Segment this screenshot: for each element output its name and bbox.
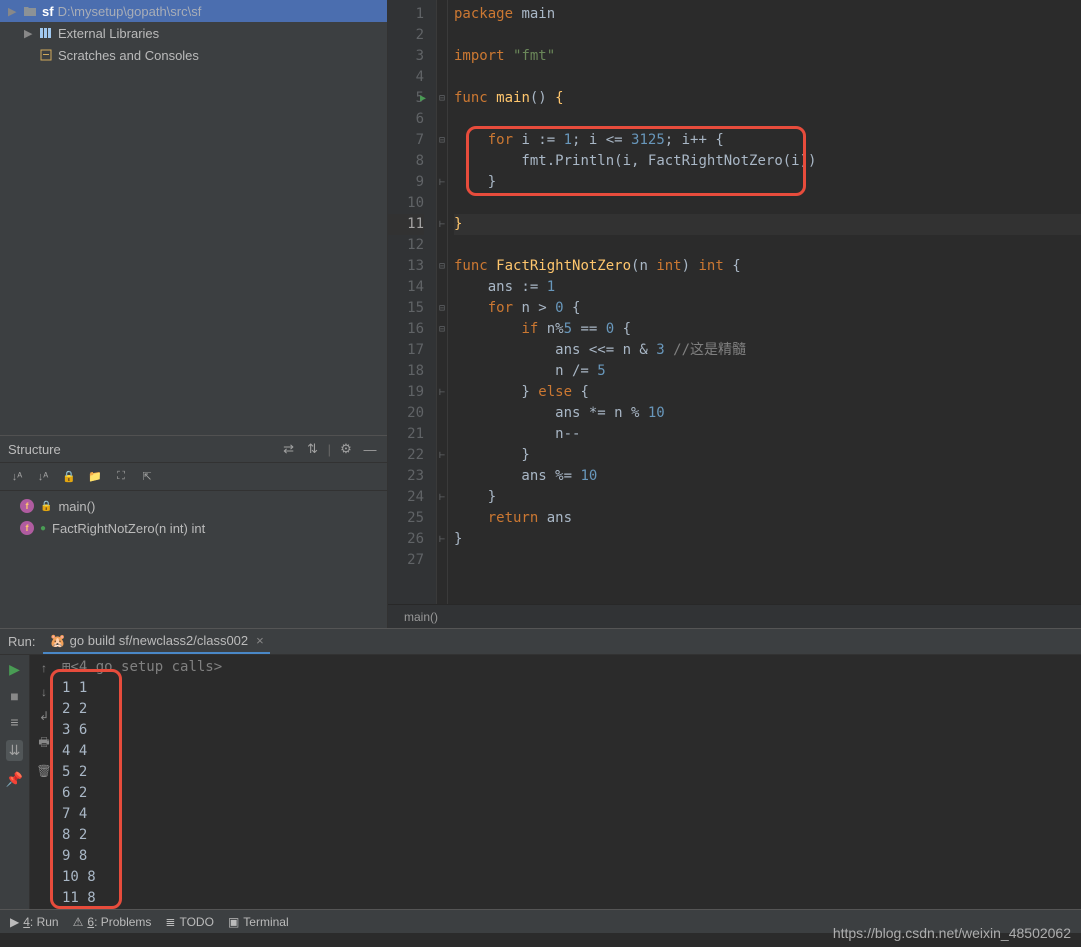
line-number-gutter[interactable]: 1 2 3 4 5▶ 6 7 8 9 10 11 12 13 14 15 16 … [388,0,436,604]
code-body[interactable]: package main import "fmt" func main() { … [448,0,1081,604]
structure-filter-icon[interactable]: ⇅ [304,441,322,457]
structure-header: Structure ⇄ ⇅ | ⚙ — [0,435,387,463]
structure-item-factright[interactable]: f ● FactRightNotZero(n int) int [0,517,387,539]
chevron-right-icon[interactable]: ▶ [8,5,18,18]
gear-icon[interactable]: ⚙ [337,441,355,457]
external-libraries-label: External Libraries [58,26,159,41]
run-body: ▶ ■ ≡ ⇊ 📌 ↑ ↓ ↲ 🖶 🗑 ⊞<4 go setup calls> … [0,655,1081,909]
bottom-run-button[interactable]: ▶ 4: Run [10,915,59,929]
rerun-icon[interactable]: ▶ [9,661,20,678]
list-icon: ≣ [165,915,175,929]
structure-title: Structure [8,442,274,457]
scratches-row[interactable]: Scratches and Consoles [0,44,387,66]
scroll-to-end-icon[interactable]: ⇊ [6,740,24,761]
structure-item-main[interactable]: f 🔒 main() [0,495,387,517]
console-line: 11 8 [62,888,1081,909]
terminal-icon: ▣ [228,915,239,929]
stop-icon[interactable]: ■ [10,688,18,704]
run-tab[interactable]: 🐹 go build sf/newclass2/class002 × [43,629,269,654]
console-line: 8 2 [62,825,1081,846]
run-side-toolbar: ▶ ■ ≡ ⇊ 📌 [0,655,30,909]
function-badge-icon: f [20,521,34,535]
lock-icon: 🔒 [40,501,52,512]
scratch-icon [38,47,54,63]
breadcrumb-item[interactable]: main() [404,610,438,624]
run-inner-toolbar: ↑ ↓ ↲ 🖶 🗑 [30,655,58,909]
console-line: 10 8 [62,867,1081,888]
project-root-path: D:\mysetup\gopath\src\sf [58,4,202,19]
go-icon: 🐹 [49,633,65,649]
up-icon[interactable]: ↑ [41,661,47,675]
console-line: 1 1 [62,678,1081,699]
bottom-terminal-button[interactable]: ▣ Terminal [228,915,289,929]
run-tab-label: go build sf/newclass2/class002 [70,633,249,648]
pin-icon[interactable]: 📌 [6,771,23,788]
layout-icon[interactable]: ≡ [10,714,18,730]
console-line: 3 6 [62,720,1081,741]
public-dot-icon: ● [40,523,46,534]
autosc-icon[interactable]: ⇱ [138,470,156,483]
down-icon[interactable]: ↓ [41,685,47,699]
play-icon: ▶ [10,915,19,929]
console-line: 9 8 [62,846,1081,867]
expand-icon[interactable]: ⛶ [112,470,130,483]
console-line: 5 2 [62,762,1081,783]
bottom-todo-button[interactable]: ≣ TODO [165,915,214,929]
wrap-icon[interactable]: ↲ [39,709,49,723]
library-icon [38,25,54,41]
print-icon[interactable]: 🖶 [38,733,49,754]
run-gutter-icon[interactable]: ▶ [420,88,426,109]
function-badge-icon: f [20,499,34,513]
warning-icon: ⚠ [73,915,84,929]
folder-icon [22,3,38,19]
trash-icon[interactable]: 🗑 [36,764,51,778]
close-icon[interactable]: × [256,633,264,648]
project-panel: ▶ sf D:\mysetup\gopath\src\sf ▶ External… [0,0,388,628]
sort-visibility-icon[interactable]: ↓ᴬ [34,471,52,483]
fold-gutter[interactable]: ⊟⊟ ⊢⊢ ⊟⊟⊟ ⊢ ⊢⊢ ⊢ [436,0,448,604]
bottom-problems-button[interactable]: ⚠ 6: Problems [73,915,152,929]
folder-toggle-icon[interactable]: 📁 [86,470,104,483]
run-header: Run: 🐹 go build sf/newclass2/class002 × [0,629,1081,655]
project-tree: ▶ sf D:\mysetup\gopath\src\sf ▶ External… [0,0,387,435]
watermark-text: https://blog.csdn.net/weixin_48502062 [833,925,1071,941]
structure-item-label: FactRightNotZero(n int) int [52,521,205,536]
console-line: 7 4 [62,804,1081,825]
lock-icon[interactable]: 🔒 [60,470,78,483]
project-root-name: sf [42,4,54,19]
structure-body: f 🔒 main() f ● FactRightNotZero(n int) i… [0,491,387,628]
console-line: 6 2 [62,783,1081,804]
external-libraries-row[interactable]: ▶ External Libraries [0,22,387,44]
console-line: 4 4 [62,741,1081,762]
code-area[interactable]: 1 2 3 4 5▶ 6 7 8 9 10 11 12 13 14 15 16 … [388,0,1081,604]
run-panel: Run: 🐹 go build sf/newclass2/class002 × … [0,628,1081,909]
structure-item-label: main() [58,499,95,514]
editor-panel: 1 2 3 4 5▶ 6 7 8 9 10 11 12 13 14 15 16 … [388,0,1081,628]
breadcrumb[interactable]: main() [388,604,1081,628]
console-line: 2 2 [62,699,1081,720]
run-title: Run: [8,634,35,649]
structure-toolbar: ↓ᴬ ↓ᴬ 🔒 📁 ⛶ ⇱ [0,463,387,491]
chevron-right-icon[interactable]: ▶ [24,27,34,40]
sort-alpha-icon[interactable]: ↓ᴬ [8,471,26,483]
minimize-icon[interactable]: — [361,442,379,457]
project-root-row[interactable]: ▶ sf D:\mysetup\gopath\src\sf [0,0,387,22]
structure-sort-icon[interactable]: ⇄ [280,441,298,457]
scratches-label: Scratches and Consoles [58,48,199,63]
console-output[interactable]: ⊞<4 go setup calls> 1 1 2 2 3 6 4 4 5 2 … [58,655,1081,909]
